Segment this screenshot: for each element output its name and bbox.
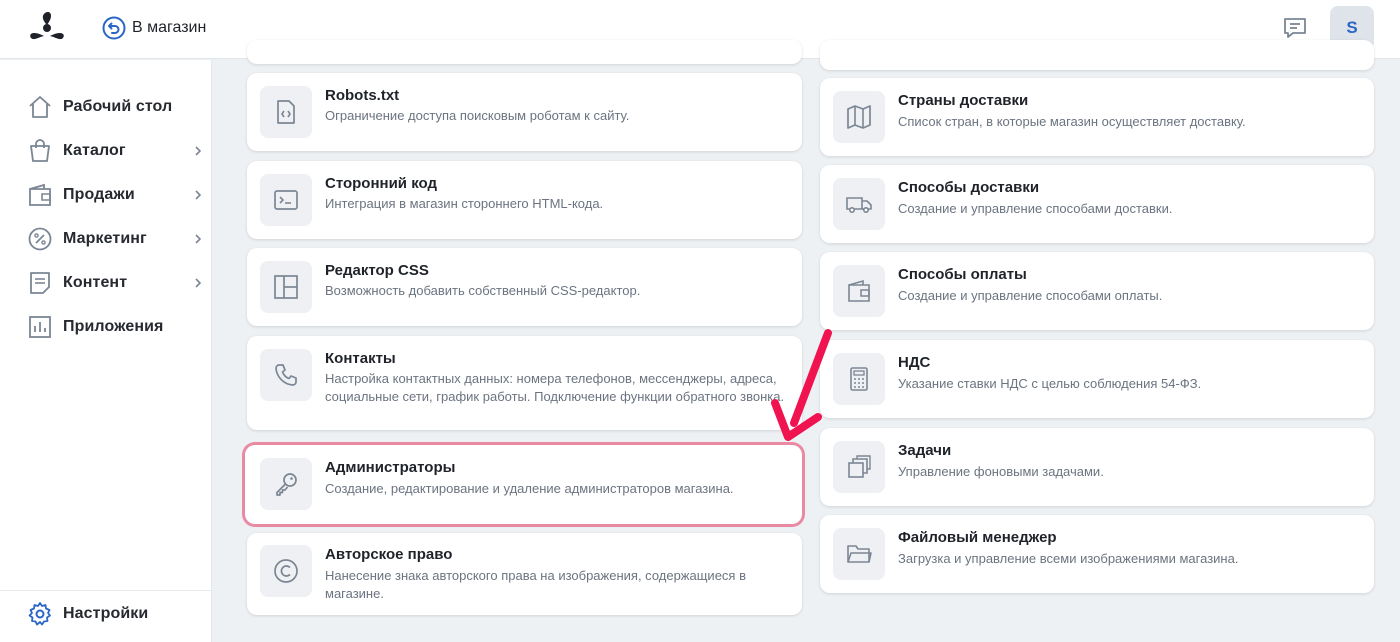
percent-icon [28,227,52,251]
sidebar-item-label: Контент [63,274,128,291]
card-description: Список стран, в которые магазин осуществ… [898,114,1246,129]
card-icon-box [833,353,885,405]
settings-card-administrators[interactable]: Администраторы Создание, редактирование … [245,445,802,524]
card-icon-box [833,441,885,493]
calculator-icon [850,367,868,391]
card-title: Способы доставки [898,179,1040,196]
settings-card-tasks[interactable]: Задачи Управление фоновыми задачами. [820,428,1374,506]
annotation-arrow-icon [771,329,832,441]
card-description: Управление фоновыми задачами. [898,464,1104,479]
card-description: Создание и управление способами доставки… [898,201,1173,216]
sidebar-item-sales[interactable]: Продажи [27,180,203,210]
brand-logo-icon[interactable] [26,10,68,46]
card-title: Авторское право [325,546,453,563]
sidebar-divider [0,590,211,591]
sidebar-item-content[interactable]: Контент [27,268,203,298]
card-icon-box [260,458,312,510]
card-title: Файловый менеджер [898,529,1057,546]
sidebar-item-marketing[interactable]: Маркетинг [27,224,203,254]
card-title: НДС [898,354,931,371]
card-title: Задачи [898,442,952,459]
settings-card-robots-txt[interactable]: Robots.txt Ограничение доступа поисковым… [247,73,802,151]
terminal-icon [274,190,298,210]
back-to-store-link[interactable]: В магазин [102,16,206,40]
card-description: Указание ставки НДС с целью соблюдения 5… [898,376,1202,391]
settings-card-css-editor[interactable]: Редактор CSS Возможность добавить собств… [247,248,802,326]
chevron-right-icon [195,278,202,288]
sidebar-item-label: Приложения [63,318,164,335]
truck-icon [846,197,872,213]
gear-icon [28,602,51,626]
sidebar-item-settings[interactable]: Настройки [27,599,203,629]
settings-card-partial[interactable] [247,40,802,64]
card-title: Robots.txt [325,87,400,104]
sidebar-item-label: Продажи [63,186,135,203]
card-description: Создание, редактирование и удаление адми… [325,481,734,496]
wallet-icon [848,279,870,302]
chevron-right-icon [195,146,202,156]
phone-icon [275,364,297,386]
card-icon-box [260,86,312,138]
card-description: Нанесение знака авторского права на изоб… [325,568,746,601]
card-title: Редактор CSS [325,262,429,279]
settings-card-payment-methods[interactable]: Способы оплаты Создание и управление спо… [820,252,1374,330]
card-icon-box [833,178,885,230]
card-description: Настройка контактных данных: номера теле… [325,371,785,404]
card-title: Сторонний код [325,175,437,192]
card-icon-box [833,528,885,580]
card-title: Контакты [325,350,396,367]
settings-card-vat[interactable]: НДС Указание ставки НДС с целью соблюден… [820,340,1374,418]
settings-card-delivery-methods[interactable]: Способы доставки Создание и управление с… [820,165,1374,243]
card-icon-box [260,174,312,226]
card-icon-box [260,349,312,401]
settings-card-file-manager[interactable]: Файловый менеджер Загрузка и управление … [820,515,1374,593]
settings-card-delivery-countries[interactable]: Страны доставки Список стран, в которые … [820,78,1374,156]
card-icon-box [833,265,885,317]
code-file-icon [277,100,295,124]
home-icon [29,96,51,118]
chevron-right-icon [195,234,202,244]
card-icon-box [260,545,312,597]
card-title: Способы оплаты [898,266,1027,283]
messages-icon[interactable] [1282,15,1308,41]
settings-card-partial[interactable] [820,40,1374,70]
card-description: Загрузка и управление всеми изображениям… [898,551,1239,566]
card-description: Интеграция в магазин стороннего HTML-код… [325,196,604,211]
folder-icon [847,545,872,563]
card-title: Страны доставки [898,92,1029,109]
settings-card-copyright[interactable]: Авторское право Нанесение знака авторско… [247,533,802,615]
sidebar-item-label: Рабочий стол [63,98,173,115]
back-arrow-circle-icon [102,16,126,40]
layout-icon [274,275,298,299]
card-description: Создание и управление способами оплаты. [898,288,1163,303]
sidebar-item-apps[interactable]: Приложения [27,312,203,342]
card-title: Администраторы [325,459,456,476]
card-icon-box [833,91,885,143]
bag-icon [30,139,50,162]
card-description: Возможность добавить собственный CSS-ред… [325,283,641,298]
copyright-icon [274,559,298,583]
stack-icon [848,455,871,478]
document-icon [30,272,50,294]
settings-label: Настройки [63,605,149,622]
card-description: Ограничение доступа поисковым роботам к … [325,108,630,123]
sidebar-item-label: Каталог [63,142,126,159]
chart-icon [29,316,51,338]
sidebar-item-label: Маркетинг [63,230,147,247]
map-icon [847,105,871,129]
card-icon-box [260,261,312,313]
key-icon [276,473,297,496]
back-to-store-label: В магазин [132,19,207,36]
sidebar: Рабочий стол Каталог Продажи Маркетинг К… [0,60,212,642]
wallet-icon [29,183,51,206]
sidebar-item-dashboard[interactable]: Рабочий стол [27,92,203,122]
settings-card-contacts[interactable]: Контакты Настройка контактных данных: но… [247,336,802,430]
sidebar-item-catalog[interactable]: Каталог [27,136,203,166]
chevron-right-icon [195,190,202,200]
settings-card-third-party-code[interactable]: Сторонний код Интеграция в магазин сторо… [247,161,802,239]
